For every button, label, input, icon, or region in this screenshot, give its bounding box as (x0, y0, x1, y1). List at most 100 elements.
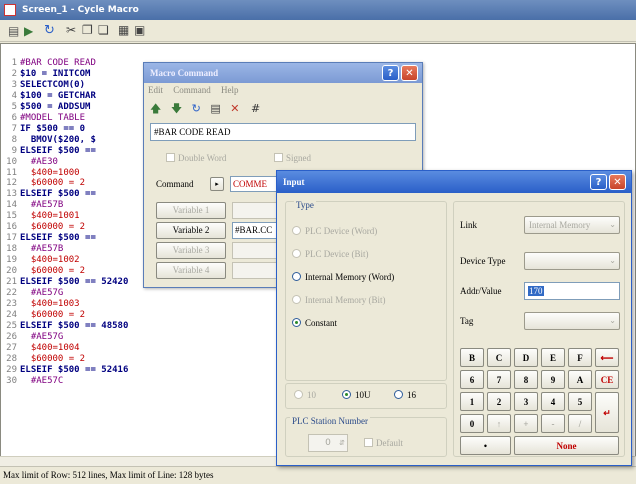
keypad-key[interactable]: B (460, 348, 484, 367)
type-option[interactable]: Internal Memory (Bit) (292, 293, 442, 316)
window-icon[interactable]: ▣ (134, 23, 145, 37)
keypad-key[interactable]: + (514, 414, 538, 433)
macro-comment-field[interactable]: #BAR CODE READ (150, 123, 416, 141)
keypad-key[interactable]: C (487, 348, 511, 367)
code-line[interactable]: 9 ELSEIF $500 == (3, 146, 128, 157)
signed-option[interactable]: Signed (274, 153, 311, 163)
code-line[interactable]: 8 BMOV($200, $ (3, 135, 128, 146)
signed-checkbox[interactable] (274, 153, 283, 162)
variable-2-button[interactable]: Variable 2 (156, 222, 226, 239)
code-line[interactable]: 20 $60000 = 2 (3, 266, 128, 277)
macro-icon[interactable]: ▦ (118, 23, 129, 37)
keypad-key[interactable]: D (514, 348, 538, 367)
menu-help[interactable]: Help (221, 85, 239, 95)
device-type-select[interactable]: ⌄ (524, 252, 620, 270)
default-checkbox[interactable] (364, 438, 373, 447)
command-dropdown-button[interactable]: ▸ (210, 177, 224, 191)
link-select[interactable]: Internal Memory ⌄ (524, 216, 620, 234)
code-line[interactable]: 21 ELSEIF $500 == 52420 (3, 277, 128, 288)
code-line[interactable]: 28 $60000 = 2 (3, 354, 128, 365)
keypad-key[interactable]: ⟵ (595, 348, 619, 367)
type-option[interactable]: PLC Device (Bit) (292, 247, 442, 270)
keypad-key[interactable]: 6 (460, 370, 484, 389)
code-line[interactable]: 7 IF $500 == 0 (3, 124, 128, 135)
copy-icon[interactable]: ❐ (82, 23, 93, 37)
tag-select[interactable]: ⌄ (524, 312, 620, 330)
radio-icon[interactable] (294, 390, 303, 399)
input-close-button[interactable]: ✕ (609, 174, 626, 190)
code-line[interactable]: 3 SELECTCOM(0) (3, 80, 128, 91)
double-word-option[interactable]: Double Word (166, 153, 226, 163)
undo-icon[interactable]: ↻ (44, 23, 55, 38)
type-option[interactable]: PLC Device (Word) (292, 224, 442, 247)
cut-icon[interactable]: ✂ (66, 23, 76, 37)
code-line[interactable]: 14 #AE57B (3, 200, 128, 211)
input-help-button[interactable]: ? (590, 174, 607, 190)
save-icon[interactable]: ▤ (210, 102, 220, 115)
keypad-key[interactable]: 7 (487, 370, 511, 389)
code-line[interactable]: 25 ELSEIF $500 == 48580 (3, 321, 128, 332)
plc-station-spinner[interactable]: 0 ⇵ (308, 434, 348, 452)
keypad-key[interactable]: 3 (514, 392, 538, 411)
code-line[interactable]: 16 $60000 = 2 (3, 222, 128, 233)
type-option[interactable]: Internal Memory (Word) (292, 270, 442, 293)
keypad-key[interactable]: 0 (460, 414, 484, 433)
menu-edit[interactable]: Edit (148, 85, 163, 95)
code-line[interactable]: 15 $400=1001 (3, 211, 128, 222)
radio-icon[interactable] (342, 390, 351, 399)
keypad-key[interactable]: / (568, 414, 592, 433)
delete-icon[interactable]: ✕ (230, 102, 239, 115)
code-line[interactable]: 27 $400=1004 (3, 343, 128, 354)
code-line[interactable]: 6 #MODEL TABLE (3, 113, 128, 124)
radio-icon[interactable] (292, 318, 301, 327)
save-icon[interactable]: ▶ (24, 24, 33, 38)
base-option[interactable]: 16 (394, 390, 416, 400)
macro-close-button[interactable]: ✕ (401, 65, 418, 81)
code-line[interactable]: 23 $400=1003 (3, 299, 128, 310)
dot-key[interactable]: • (460, 436, 511, 455)
chevron-down-icon[interactable]: ⌄ (609, 217, 616, 233)
code-line[interactable]: 30 #AE57C (3, 376, 128, 387)
spinner-arrows-icon[interactable]: ⇵ (339, 435, 345, 451)
radio-icon[interactable] (394, 390, 403, 399)
double-word-checkbox[interactable] (166, 153, 175, 162)
keypad-key[interactable]: 8 (514, 370, 538, 389)
move-down-icon[interactable]: 🡇 (171, 102, 182, 115)
keypad-key[interactable]: CE (595, 370, 619, 389)
move-up-icon[interactable]: 🡅 (150, 102, 161, 115)
keypad-key[interactable]: 2 (487, 392, 511, 411)
code-line[interactable]: 13 ELSEIF $500 == (3, 189, 128, 200)
code-line[interactable]: 26 #AE57G (3, 332, 128, 343)
keypad-key[interactable]: F (568, 348, 592, 367)
addr-value-field[interactable]: 170 (524, 282, 620, 300)
radio-icon[interactable] (292, 226, 301, 235)
code-line[interactable]: 2 $10 = INITCOM (3, 69, 128, 80)
keypad-key[interactable]: E (541, 348, 565, 367)
keypad-key[interactable]: 1 (460, 392, 484, 411)
code-line[interactable]: 11 $400=1000 (3, 168, 128, 179)
code-line[interactable]: 10 #AE30 (3, 157, 128, 168)
code-line[interactable]: 29 ELSEIF $500 == 52416 (3, 365, 128, 376)
comment-icon[interactable]: # (251, 102, 260, 115)
code-line[interactable]: 12 $60000 = 2 (3, 178, 128, 189)
type-option[interactable]: Constant (292, 316, 442, 339)
keypad-key[interactable]: 9 (541, 370, 565, 389)
code-line[interactable]: 1 #BAR CODE READ (3, 58, 128, 69)
code-line[interactable]: 24 $60000 = 2 (3, 310, 128, 321)
code-line[interactable]: 5 $500 = ADDSUM (3, 102, 128, 113)
keypad-key[interactable]: ↑ (487, 414, 511, 433)
undo-icon[interactable]: ↻ (192, 102, 201, 115)
code-line[interactable]: 19 $400=1002 (3, 255, 128, 266)
radio-icon[interactable] (292, 295, 301, 304)
variable-3-button[interactable]: Variable 3 (156, 242, 226, 259)
menu-command[interactable]: Command (173, 85, 211, 95)
keypad-key[interactable]: - (541, 414, 565, 433)
radio-icon[interactable] (292, 272, 301, 281)
macro-help-button[interactable]: ? (382, 65, 399, 81)
radio-icon[interactable] (292, 249, 301, 258)
code-line[interactable]: 17 ELSEIF $500 == (3, 233, 128, 244)
variable-1-button[interactable]: Variable 1 (156, 202, 226, 219)
code-line[interactable]: 22 #AE57G (3, 288, 128, 299)
paste-icon[interactable]: ❏ (98, 23, 109, 37)
open-icon[interactable]: ▤ (8, 24, 19, 38)
